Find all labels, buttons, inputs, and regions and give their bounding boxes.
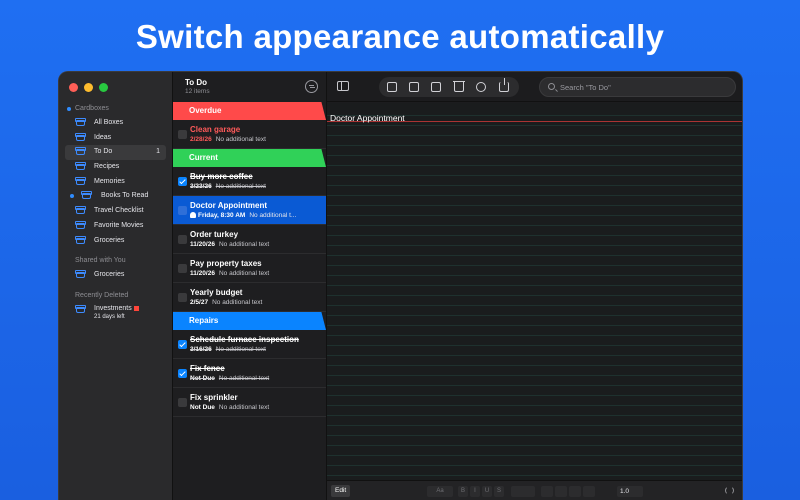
cardbox-icon xyxy=(75,235,86,244)
app-window: Cardboxes All Boxes Ideas To Do 1 Recipes… xyxy=(58,71,743,500)
cardbox-icon xyxy=(75,220,86,229)
checkbox[interactable] xyxy=(178,130,187,139)
close-window-button[interactable] xyxy=(69,83,78,92)
filter-icon[interactable] xyxy=(305,80,318,93)
list-item[interactable]: Schedule furnace inspection 3/16/26 No ad… xyxy=(173,330,326,359)
collaborate-icon[interactable] xyxy=(476,82,486,92)
editor-pane: Doctor Appointment Edit Aa B I U S 1.0 xyxy=(327,72,742,500)
sidebar-item-recipes[interactable]: Recipes xyxy=(65,160,166,175)
checkbox[interactable] xyxy=(178,235,187,244)
headline: Switch appearance automatically xyxy=(135,18,665,55)
sidebar-item-ideas[interactable]: Ideas xyxy=(65,131,166,146)
group-current[interactable]: Current xyxy=(173,149,326,167)
new-folder-icon[interactable] xyxy=(409,82,419,92)
unread-dot-icon xyxy=(70,194,74,199)
list-header: To Do 12 items xyxy=(173,72,326,102)
bell-icon xyxy=(190,212,196,218)
sidebar-section-cardboxes[interactable]: Cardboxes xyxy=(59,102,172,116)
italic-button[interactable]: I xyxy=(470,486,480,497)
color-picker[interactable] xyxy=(511,486,535,497)
checkbox-checked[interactable] xyxy=(178,340,187,349)
sidebar-item-groceries[interactable]: Groceries xyxy=(65,234,166,249)
toolbar-actions xyxy=(379,77,519,97)
list-item[interactable]: Pay property taxes 11/20/26 No additional… xyxy=(173,254,326,283)
sidebar-item-travel-checklist[interactable]: Travel Checklist xyxy=(65,204,166,219)
group-overdue[interactable]: Overdue xyxy=(173,102,326,120)
lined-note-area[interactable]: Doctor Appointment xyxy=(327,103,742,480)
window-controls xyxy=(69,83,108,92)
strikethrough-button[interactable]: S xyxy=(494,486,504,497)
list-item[interactable]: Fix fence Not Due No additional text xyxy=(173,359,326,388)
sidebar-item-investments[interactable]: Investments 21 days left xyxy=(65,303,166,323)
search-field[interactable] xyxy=(539,77,736,97)
outdent-icon[interactable] xyxy=(583,486,595,497)
cardbox-icon xyxy=(75,132,86,141)
line-spacing-select[interactable]: 1.0 xyxy=(617,486,643,497)
cardbox-icon xyxy=(75,147,86,156)
toolbar xyxy=(327,72,742,102)
sync-status-icon[interactable] xyxy=(725,486,734,495)
edit-button[interactable]: Edit xyxy=(331,485,351,497)
numbered-list-icon[interactable] xyxy=(555,486,567,497)
sidebar-section-deleted: Recently Deleted xyxy=(75,291,129,299)
list-title: To Do xyxy=(185,78,208,87)
trash-icon[interactable] xyxy=(453,81,465,92)
cardbox-icon xyxy=(75,304,86,313)
item-count-badge: 1 xyxy=(156,148,160,156)
flag-icon xyxy=(133,305,139,311)
indent-icon[interactable] xyxy=(569,486,581,497)
group-repairs[interactable]: Repairs xyxy=(173,312,326,330)
days-left-label: 21 days left xyxy=(94,313,125,320)
sidebar: Cardboxes All Boxes Ideas To Do 1 Recipes… xyxy=(59,72,173,500)
share-icon[interactable] xyxy=(499,78,509,92)
cardbox-icon xyxy=(75,206,86,215)
compose-icon[interactable] xyxy=(387,82,397,92)
note-title[interactable]: Doctor Appointment xyxy=(330,113,405,123)
list-count: 12 items xyxy=(185,88,210,95)
cardbox-icon xyxy=(75,270,86,279)
card-list: To Do 12 items Overdue Clean garage 2/28… xyxy=(173,72,327,500)
sidebar-item-favorite-movies[interactable]: Favorite Movies xyxy=(65,219,166,234)
checkbox-checked[interactable] xyxy=(178,177,187,186)
checkbox-checked[interactable] xyxy=(178,369,187,378)
cardbox-icon xyxy=(81,191,92,200)
sidebar-toggle-icon[interactable] xyxy=(337,81,349,91)
cardbox-icon xyxy=(75,118,86,126)
sidebar-section-shared: Shared with You xyxy=(75,257,126,265)
sidebar-item-books-to-read[interactable]: Books To Read xyxy=(65,189,166,204)
zoom-window-button[interactable] xyxy=(99,83,108,92)
font-menu[interactable]: Aa xyxy=(427,486,453,497)
sidebar-item-memories[interactable]: Memories xyxy=(65,175,166,190)
search-input[interactable] xyxy=(560,81,720,93)
calendar-icon[interactable] xyxy=(431,82,441,92)
underline-button[interactable]: U xyxy=(482,486,492,497)
minimize-window-button[interactable] xyxy=(84,83,93,92)
list-item[interactable]: Clean garage 2/28/26 No additional text xyxy=(173,120,326,149)
bold-button[interactable]: B xyxy=(458,486,468,497)
sidebar-item-to-do[interactable]: To Do 1 xyxy=(65,145,166,161)
checkbox[interactable] xyxy=(178,293,187,302)
checkbox[interactable] xyxy=(178,206,187,215)
list-item[interactable]: Fix sprinkler Not Due No additional text xyxy=(173,388,326,417)
list-item[interactable]: Buy more coffee 3/23/26 No additional tex… xyxy=(173,167,326,196)
sidebar-item-shared-groceries[interactable]: Groceries xyxy=(65,268,166,283)
list-item-selected[interactable]: Doctor Appointment Friday, 8:30 AM No add… xyxy=(173,196,326,225)
cardbox-icon xyxy=(75,162,86,171)
cardbox-icon xyxy=(75,176,86,185)
sidebar-item-all-boxes[interactable]: All Boxes xyxy=(65,116,166,131)
bullet-list-icon[interactable] xyxy=(541,486,553,497)
search-icon xyxy=(548,83,555,90)
list-item[interactable]: Order turkey 11/20/26 No additional text xyxy=(173,225,326,254)
list-item[interactable]: Yearly budget 2/5/27 No additional text xyxy=(173,283,326,312)
checkbox[interactable] xyxy=(178,398,187,407)
format-bar: Edit Aa B I U S 1.0 xyxy=(327,480,742,500)
section-dot-icon xyxy=(67,107,71,111)
checkbox[interactable] xyxy=(178,264,187,273)
